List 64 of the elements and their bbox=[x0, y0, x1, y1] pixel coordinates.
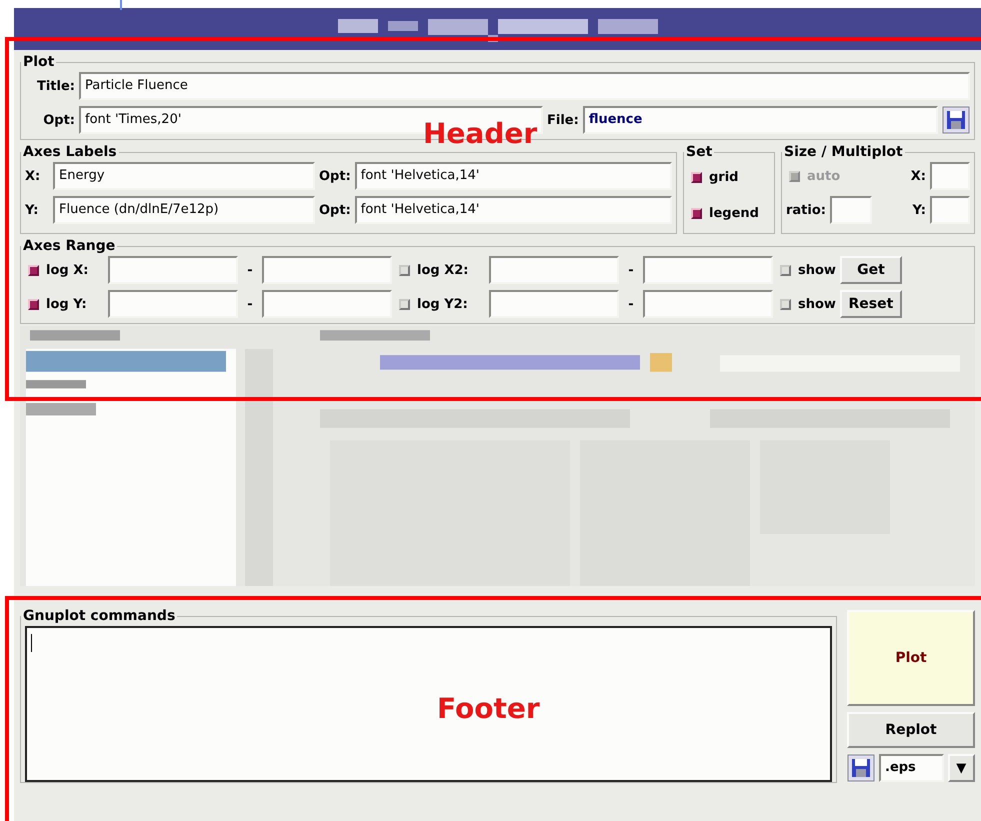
checkbox-label: grid bbox=[709, 170, 738, 184]
field-label: Opt: bbox=[319, 202, 351, 218]
group-label: Set bbox=[685, 144, 714, 160]
range-button[interactable]: Reset bbox=[840, 290, 902, 318]
checkbox[interactable] bbox=[691, 208, 702, 218]
field-label: Opt: bbox=[319, 168, 351, 184]
option-field[interactable]: font 'Helvetica,14' bbox=[354, 162, 672, 190]
field-label: X: bbox=[25, 168, 42, 184]
field-label: Title: bbox=[36, 78, 75, 94]
checkbox[interactable] bbox=[399, 298, 410, 310]
dropdown-button[interactable]: ▼ bbox=[948, 754, 975, 782]
input-field[interactable] bbox=[489, 290, 619, 318]
option-field[interactable]: font 'Helvetica,14' bbox=[354, 196, 672, 224]
group-label: Plot bbox=[22, 54, 56, 70]
replot-button[interactable]: Replot bbox=[847, 712, 975, 748]
annotation-label: Footer bbox=[437, 692, 540, 725]
plot-button[interactable]: Plot bbox=[847, 610, 975, 706]
title-field[interactable]: Particle Fluence bbox=[79, 72, 970, 100]
input-field[interactable] bbox=[643, 290, 773, 318]
input-field[interactable] bbox=[830, 196, 872, 224]
checkbox-label: show bbox=[798, 296, 836, 312]
checkbox[interactable] bbox=[399, 264, 410, 276]
save-icon[interactable] bbox=[942, 106, 970, 134]
label-field[interactable]: Energy bbox=[53, 162, 315, 190]
checkbox-label: show bbox=[798, 262, 836, 278]
commands-field[interactable] bbox=[25, 626, 832, 782]
dash-label: - bbox=[627, 262, 635, 278]
input-field[interactable] bbox=[108, 256, 238, 284]
input-field[interactable] bbox=[108, 290, 238, 318]
field-label: X: bbox=[910, 168, 926, 184]
field-label: Y: bbox=[25, 202, 40, 218]
group-label: Axes Range bbox=[22, 238, 116, 254]
label-field[interactable]: Fluence (dn/dlnE/7e12p) bbox=[53, 196, 315, 224]
field-label: ratio: bbox=[786, 202, 826, 218]
checkbox-label: log Y: bbox=[46, 296, 88, 312]
input-field[interactable] bbox=[489, 256, 619, 284]
checkbox[interactable] bbox=[780, 298, 791, 310]
dash-label: - bbox=[246, 262, 254, 278]
range-button[interactable]: Get bbox=[840, 256, 902, 284]
input-field[interactable] bbox=[262, 290, 392, 318]
file-field[interactable]: fluence bbox=[582, 106, 938, 134]
input-field[interactable] bbox=[930, 162, 970, 190]
input-field[interactable] bbox=[262, 256, 392, 284]
field-label: Opt: bbox=[42, 112, 75, 128]
checkbox[interactable] bbox=[28, 264, 39, 276]
input-field[interactable] bbox=[930, 196, 970, 224]
group-label: Axes Labels bbox=[22, 144, 118, 160]
group-label: Gnuplot commands bbox=[22, 608, 176, 624]
checkbox-label: log X2: bbox=[417, 262, 470, 278]
checkbox-label: log Y2: bbox=[417, 296, 469, 312]
dash-label: - bbox=[246, 296, 254, 312]
checkbox[interactable] bbox=[691, 172, 702, 182]
checkbox-label: legend bbox=[709, 206, 759, 220]
input-field[interactable] bbox=[643, 256, 773, 284]
dash-label: - bbox=[627, 296, 635, 312]
format-field[interactable]: .eps bbox=[879, 754, 944, 782]
save-icon[interactable] bbox=[847, 754, 875, 782]
checkbox-label: auto bbox=[807, 168, 840, 184]
field-label: Y: bbox=[912, 202, 926, 218]
checkbox-label: log X: bbox=[46, 262, 90, 278]
field-label: File: bbox=[547, 112, 579, 128]
checkbox[interactable] bbox=[28, 298, 39, 310]
checkbox[interactable] bbox=[780, 264, 791, 276]
group-label: Size / Multiplot bbox=[783, 144, 904, 160]
